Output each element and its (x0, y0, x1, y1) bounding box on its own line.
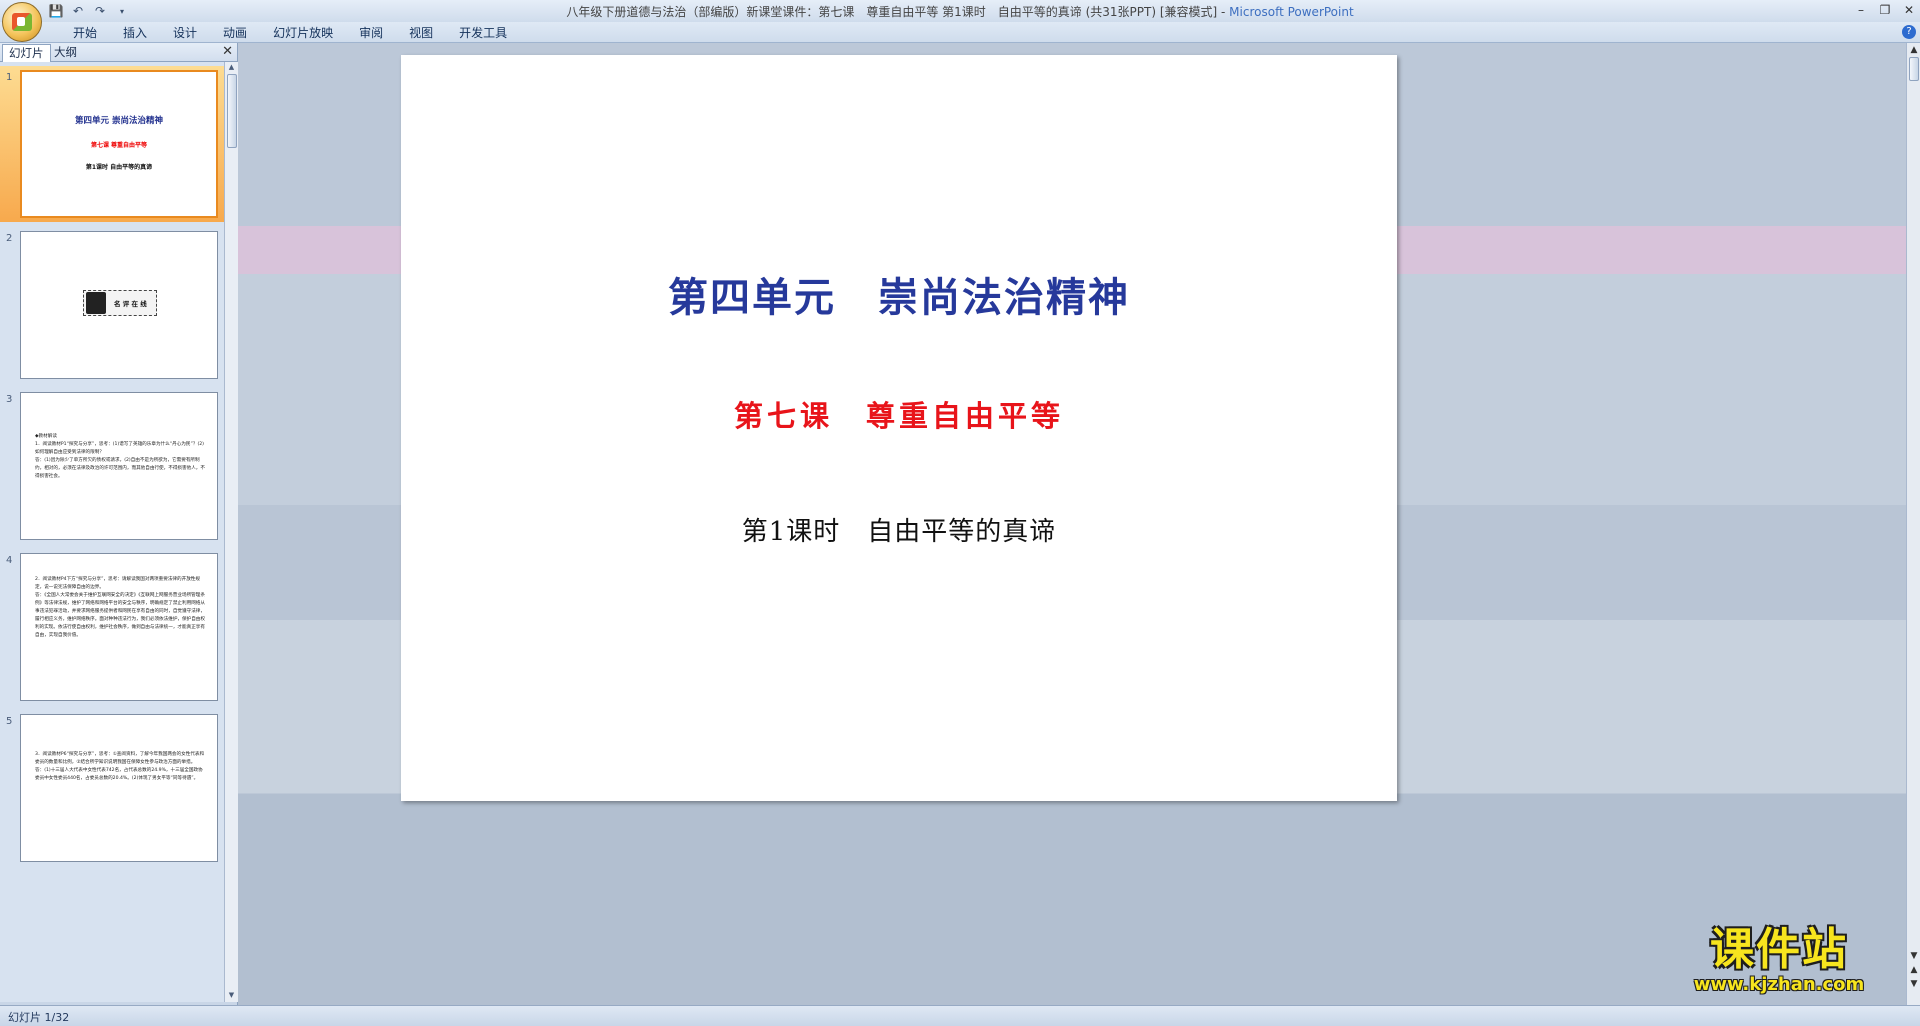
office-logo-icon (12, 13, 32, 31)
thumbnail-lesson: 第1课时 自由平等的真谛 (85, 164, 153, 171)
slide-thumbnail-1[interactable]: 第四单元 崇尚法治精神 第七课 尊重自由平等 第1课时 自由平等的真谛 (20, 70, 218, 218)
ribbon: 开始 插入 设计 动画 幻灯片放映 审阅 视图 开发工具 ? (0, 22, 1920, 43)
panel-scroll-thumb[interactable] (227, 74, 237, 148)
thumbnail-row-1[interactable]: 1 第四单元 崇尚法治精神 第七课 尊重自由平等 第1课时 自由平等的真谛 (0, 66, 224, 222)
thumbnail-row-3[interactable]: 3 ◆教材解读 1．阅读教材P1“探究与分享”，思考：(1)谱写了英雄的乐章为什… (0, 388, 224, 544)
tab-animation[interactable]: 动画 (210, 24, 260, 42)
thumbnail-list[interactable]: 1 第四单元 崇尚法治精神 第七课 尊重自由平等 第1课时 自由平等的真谛 2 … (0, 62, 224, 1002)
slide-subtitle[interactable]: 第七课 尊重自由平等 (401, 393, 1397, 435)
tab-review[interactable]: 审阅 (346, 24, 396, 42)
thumbnail-number: 5 (6, 716, 13, 727)
window-controls: – ❐ ✕ (1854, 2, 1916, 18)
panel-close-icon[interactable]: ✕ (222, 44, 233, 59)
current-slide[interactable]: 第四单元 崇尚法治精神 第七课 尊重自由平等 第1课时 自由平等的真谛 (401, 55, 1397, 801)
thumbnail-row-4[interactable]: 4 2．阅读教材P4下方“探究与分享”，思考：请解读我国对两项重要法律的开放性规… (0, 549, 224, 705)
editor-scrollbar[interactable]: ▲ ▼ ▲ ▼ (1906, 43, 1920, 1005)
panel-tab-slides[interactable]: 幻灯片 (2, 44, 51, 62)
scroll-up-icon[interactable]: ▲ (1908, 43, 1920, 57)
thumbnail-subtitle: 第七课 尊重自由平等 (90, 142, 148, 149)
help-icon[interactable]: ? (1902, 25, 1916, 39)
next-slide-icon[interactable]: ▼ (1908, 977, 1920, 991)
panel-scrollbar[interactable]: ▲ ▼ (224, 62, 238, 1002)
thumbnail-number: 1 (6, 72, 13, 83)
watermark-url: www.kjzhan.com (1693, 974, 1865, 995)
thumbnail-number: 4 (6, 555, 13, 566)
slide-thumbnail-5[interactable]: 3．阅读教材P6“探究与分享”，思考：①查阅资料，了解今年我国两会的女性代表和委… (20, 714, 218, 862)
slides-panel: 幻灯片 大纲 ✕ 1 第四单元 崇尚法治精神 第七课 尊重自由平等 第1课时 自… (0, 43, 238, 1005)
status-bar: 幻灯片 1/32 (0, 1005, 1920, 1026)
tab-home[interactable]: 开始 (60, 24, 110, 42)
scroll-up-icon[interactable]: ▲ (226, 63, 237, 73)
title-bar: 💾 ↶ ↷ ▾ 八年级下册道德与法治（部编版）新课堂课件：第七课 尊重自由平等 … (0, 0, 1920, 42)
thumbnail-title: 第四单元 崇尚法治精神 (75, 116, 163, 126)
scroll-down-icon[interactable]: ▼ (1908, 949, 1920, 963)
watermark-text: 课件站 (1710, 924, 1848, 975)
tab-insert[interactable]: 插入 (110, 24, 160, 42)
watermark-logo: 课件站 www.kjzhan.com (1684, 924, 1874, 996)
thumbnail-number: 3 (6, 394, 13, 405)
document-title: 八年级下册道德与法治（部编版）新课堂课件：第七课 尊重自由平等 第1课时 自由平… (566, 5, 1226, 19)
tab-slideshow[interactable]: 幻灯片放映 (260, 24, 346, 42)
previous-slide-icon[interactable]: ▲ (1908, 963, 1920, 977)
tab-design[interactable]: 设计 (160, 24, 210, 42)
office-button[interactable] (2, 2, 42, 42)
thumbnail-text: ◆教材解读 1．阅读教材P1“探究与分享”，思考：(1)谱写了英雄的乐章为什么“… (35, 434, 205, 479)
editor-scroll-thumb[interactable] (1909, 57, 1919, 81)
tab-developer[interactable]: 开发工具 (446, 24, 520, 42)
window-title: 八年级下册道德与法治（部编版）新课堂课件：第七课 尊重自由平等 第1课时 自由平… (0, 3, 1920, 20)
thumbnail-row-2[interactable]: 2 名 评 在 线 (0, 227, 224, 383)
thumbnail-text: 2．阅读教材P4下方“探究与分享”，思考：请解读我国对两项重要法律的开放性规定，… (35, 577, 205, 638)
badge-text: 名 评 在 线 (114, 300, 147, 308)
panel-tab-outline[interactable]: 大纲 (48, 44, 83, 61)
thumbnail-badge: 名 评 在 线 (83, 290, 157, 316)
slide-thumbnail-3[interactable]: ◆教材解读 1．阅读教材P1“探究与分享”，思考：(1)谱写了英雄的乐章为什么“… (20, 392, 218, 540)
slide-counter: 幻灯片 1/32 (8, 1011, 70, 1024)
slide-thumbnail-4[interactable]: 2．阅读教材P4下方“探究与分享”，思考：请解读我国对两项重要法律的开放性规定，… (20, 553, 218, 701)
slide-lesson[interactable]: 第1课时 自由平等的真谛 (401, 511, 1397, 548)
minimize-icon[interactable]: – (1854, 2, 1868, 18)
slide-editor[interactable]: 第四单元 崇尚法治精神 第七课 尊重自由平等 第1课时 自由平等的真谛 (238, 43, 1906, 1005)
scroll-down-icon[interactable]: ▼ (226, 991, 237, 1001)
restore-icon[interactable]: ❐ (1878, 2, 1892, 18)
ribbon-tabs: 开始 插入 设计 动画 幻灯片放映 审阅 视图 开发工具 (60, 24, 520, 42)
close-icon[interactable]: ✕ (1902, 2, 1916, 18)
slide-title[interactable]: 第四单元 崇尚法治精神 (401, 265, 1397, 323)
slide-thumbnail-2[interactable]: 名 评 在 线 (20, 231, 218, 379)
tab-view[interactable]: 视图 (396, 24, 446, 42)
app-name: Microsoft PowerPoint (1229, 5, 1354, 19)
thumbnail-number: 2 (6, 233, 13, 244)
thumbnail-row-5[interactable]: 5 3．阅读教材P6“探究与分享”，思考：①查阅资料，了解今年我国两会的女性代表… (0, 710, 224, 866)
thumbnail-text: 3．阅读教材P6“探究与分享”，思考：①查阅资料，了解今年我国两会的女性代表和委… (35, 752, 205, 781)
avatar-icon (86, 292, 106, 314)
panel-tabs: 幻灯片 大纲 ✕ (0, 43, 237, 62)
